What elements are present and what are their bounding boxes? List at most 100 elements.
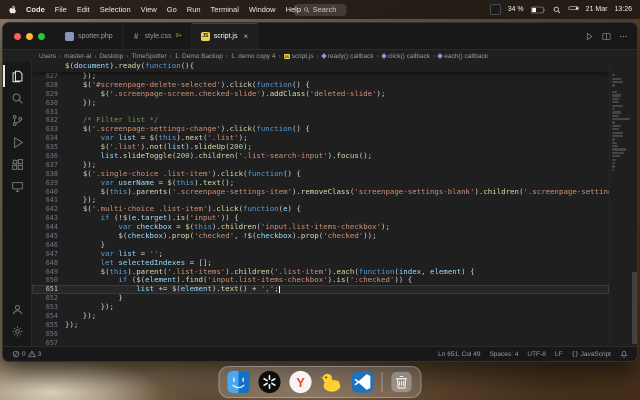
encoding-setting[interactable]: UTF-8	[527, 351, 545, 358]
code-line[interactable]: 657	[32, 339, 609, 346]
account-icon[interactable]	[3, 298, 31, 320]
code-line[interactable]: 640 $(this).parents('.screenpage-setting…	[32, 186, 609, 197]
zoom-window-button[interactable]	[38, 32, 45, 40]
menu-code[interactable]: Code	[21, 5, 50, 14]
more-actions-icon[interactable]	[619, 32, 628, 41]
dock-yandex-icon[interactable]: Y	[289, 370, 313, 394]
breadcrumb-item[interactable]: master-al	[64, 53, 91, 60]
dock-chatgpt-icon[interactable]	[258, 370, 282, 394]
code-line[interactable]: 630 });	[32, 98, 609, 108]
dock-vscode-icon[interactable]	[351, 370, 375, 394]
source-control-icon[interactable]	[3, 109, 31, 131]
menubar-app-icon[interactable]	[489, 4, 501, 15]
split-editor-icon[interactable]	[602, 32, 611, 41]
dock-cyberduck-icon[interactable]	[320, 370, 344, 394]
tab-style.css[interactable]: # style.css 9+	[122, 23, 192, 49]
breadcrumb-item[interactable]: Desktop	[99, 53, 123, 60]
settings-gear-icon[interactable]	[3, 320, 31, 342]
breadcrumb-item[interactable]: click() callback	[380, 52, 431, 60]
code-line[interactable]: 655});	[32, 320, 609, 330]
code-text: $(document).ready(function(){	[65, 62, 195, 70]
dock-trash-icon[interactable]	[390, 370, 414, 394]
warnings-icon	[27, 350, 36, 358]
sticky-line[interactable]: $(document).ready(function(){	[32, 62, 609, 71]
line-number: 642	[45, 205, 58, 214]
close-window-button[interactable]	[14, 32, 21, 40]
menubar-time[interactable]: 13:26	[614, 6, 632, 13]
search-icon[interactable]	[3, 87, 31, 109]
breadcrumb-label: click() callback	[387, 52, 431, 60]
minimap-line	[612, 145, 619, 148]
line-number: 647	[45, 249, 58, 258]
explorer-icon[interactable]	[3, 65, 31, 87]
dock-finder-icon[interactable]	[227, 370, 251, 394]
menubar-date[interactable]: 21 Mar	[586, 6, 608, 13]
scrollbar-thumb[interactable]	[632, 272, 637, 344]
remote-explorer-icon[interactable]	[3, 175, 31, 197]
code-text: $(this).parents('.screenpage-settings-it…	[100, 186, 609, 196]
eol-setting[interactable]: LF	[555, 351, 563, 358]
line-number: 633	[45, 125, 58, 134]
code-line[interactable]: 652 }	[32, 293, 609, 303]
tab-script.js[interactable]: JS script.js ×	[191, 23, 259, 49]
problems-indicator[interactable]: 0 3	[12, 350, 41, 358]
menu-edit[interactable]: Edit	[72, 5, 95, 14]
menu-selection[interactable]: Selection	[95, 5, 136, 14]
minimap-line	[612, 101, 620, 104]
run-debug-icon[interactable]	[3, 131, 31, 153]
minimap[interactable]	[609, 62, 632, 346]
line-number: 643	[45, 214, 58, 223]
breadcrumb-item[interactable]: JS script.js	[283, 53, 314, 60]
breadcrumb-item[interactable]: 1. Demo Backup	[175, 53, 223, 60]
extensions-icon[interactable]	[3, 153, 31, 175]
tab-spotter.php[interactable]: spotter.php	[56, 23, 123, 49]
line-number: 656	[45, 329, 58, 338]
indentation-setting[interactable]: Spaces: 4	[489, 351, 518, 358]
apple-menu-icon[interactable]	[8, 4, 17, 15]
spotlight-icon[interactable]	[553, 6, 561, 14]
minimize-window-button[interactable]	[26, 32, 33, 40]
minimap-line	[612, 134, 624, 138]
line-number: 635	[45, 143, 58, 152]
minimap-line	[612, 80, 624, 84]
run-icon[interactable]	[585, 32, 594, 41]
close-icon[interactable]: ×	[244, 32, 249, 41]
breadcrumb-label: 1. Demo Backup	[174, 52, 223, 60]
code-line[interactable]: 654 });	[32, 311, 609, 321]
breadcrumb-label: 1. demo copy 4	[231, 52, 276, 60]
code-line[interactable]: 629 $('.screenpage-screen.checked-slide'…	[32, 89, 609, 99]
menu-items: Code File Edit Selection View Go Run Terminal Wi…	[21, 5, 306, 14]
menu-view[interactable]: View	[136, 5, 162, 14]
code-text: $(checkbox).prop('checked', !$(checkbox)…	[118, 231, 377, 241]
breadcrumb-item[interactable]: ready() callback	[320, 53, 374, 60]
minimap-line	[612, 84, 615, 87]
language-mode[interactable]: {} JavaScript	[571, 351, 611, 358]
line-number: 655	[45, 320, 58, 329]
cursor-position[interactable]: Ln 651, Col 49	[438, 351, 480, 358]
notifications-bell-icon[interactable]	[620, 350, 628, 358]
line-number: 648	[45, 258, 58, 267]
menu-go[interactable]: Go	[162, 5, 182, 14]
code-line[interactable]: 636 list.slideToggle(200).children('.lis…	[32, 151, 609, 161]
menu-file[interactable]: File	[50, 5, 72, 14]
code-lines: 627 }); 628 $('#screenpage-delete-selecte…	[32, 71, 609, 346]
breadcrumb-item[interactable]: 1. demo copy 4	[231, 53, 275, 60]
menu-window[interactable]: Window	[244, 5, 281, 14]
title-tab-bar: spotter.php # style.css 9+ JS script.js ×	[3, 23, 637, 50]
breadcrumb-item[interactable]: each() callback	[437, 53, 488, 60]
code-editor[interactable]: $(document).ready(function(){ 627 }); 628…	[32, 62, 609, 346]
chevron-right-icon: ›	[169, 52, 172, 60]
breadcrumb-item[interactable]: TimeSpotter	[131, 53, 166, 60]
control-center-icon[interactable]	[567, 6, 579, 14]
code-line[interactable]: 656	[32, 330, 609, 339]
menu-run[interactable]: Run	[182, 5, 206, 14]
breadcrumb-label: master-al	[64, 52, 92, 60]
breadcrumb-item[interactable]: Users	[39, 53, 56, 60]
tab-label: style.css	[144, 32, 172, 40]
search-icon	[304, 6, 310, 13]
code-line[interactable]: 645 $(checkbox).prop('checked', !$(check…	[32, 231, 609, 241]
code-line[interactable]: 653 });	[32, 302, 609, 312]
menu-terminal[interactable]: Terminal	[206, 5, 244, 14]
menubar-search[interactable]: Search	[293, 3, 347, 16]
scrollbar[interactable]	[632, 62, 637, 346]
